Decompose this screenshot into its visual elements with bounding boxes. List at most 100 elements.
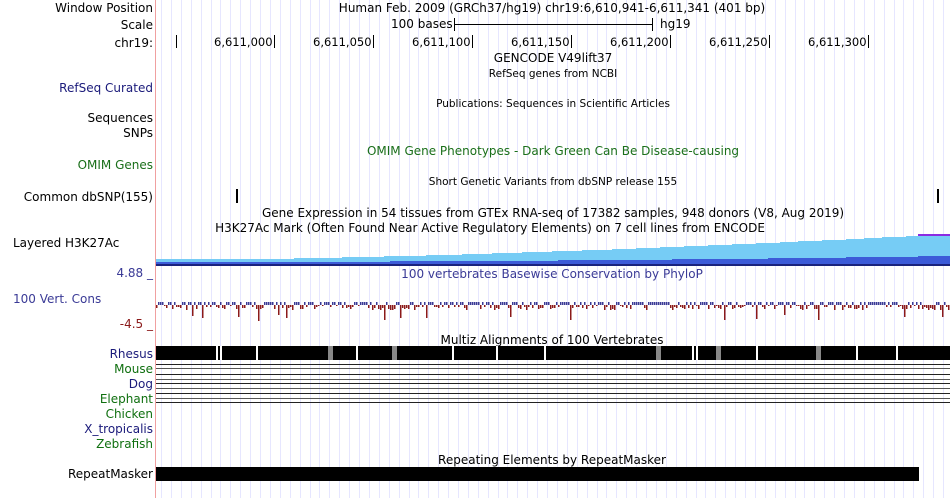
phylop-bar	[556, 302, 558, 305]
phylop-bar	[666, 302, 668, 305]
phylop-bar	[362, 302, 364, 305]
phylop-bar	[716, 305, 718, 306]
phylop-bar	[450, 302, 452, 305]
multiz-partial	[392, 346, 397, 360]
multiz-species-line	[156, 402, 950, 403]
phylop-bar	[634, 302, 636, 305]
phylop-bar	[608, 302, 610, 305]
phylop-bar	[448, 305, 450, 308]
phylop-bar	[682, 305, 684, 308]
phylop-bar	[378, 305, 380, 309]
phylop-bar	[464, 305, 466, 308]
phylop-bar	[846, 302, 848, 305]
phylop-bar	[484, 305, 486, 307]
phylop-bar	[796, 305, 798, 306]
phylop-bar	[408, 305, 410, 309]
phylop-bar	[200, 302, 202, 305]
phylop-bar	[192, 305, 194, 316]
phylop-bar	[164, 305, 166, 306]
phylop-bar	[536, 302, 538, 305]
phylop-bar	[908, 302, 910, 305]
ruler-tick	[769, 35, 770, 48]
phylop-bar	[902, 305, 904, 309]
phylop-bar	[472, 302, 474, 305]
phylop-bar	[544, 302, 546, 305]
species-label-rhesus[interactable]: Rhesus	[110, 347, 155, 361]
multiz-partial	[328, 346, 333, 360]
window-position-label[interactable]: Window Position	[55, 1, 155, 15]
phylop-bar	[318, 305, 320, 306]
dbsnp-variant-marker[interactable]	[236, 189, 238, 203]
phylop-bar	[948, 305, 950, 310]
ruler-start-tick	[176, 35, 177, 48]
h3k27ac-signal-bar	[930, 256, 936, 264]
omim-genes-label[interactable]: OMIM Genes	[78, 158, 155, 172]
phylop-bar	[278, 305, 280, 315]
phylop-bar	[294, 302, 296, 305]
h3k27ac-signal-bar	[624, 260, 630, 264]
phylop-bar	[858, 305, 860, 308]
phylop-bar	[320, 302, 322, 305]
phylop-bar	[624, 302, 626, 305]
h3k27ac-signal-bar	[450, 261, 456, 264]
phylop-bar	[578, 305, 580, 307]
track-label-sidebar: Window Position Scale chr19: RefSeq Cura…	[0, 0, 155, 498]
phylop-bar	[274, 305, 276, 309]
phylop-bar	[932, 305, 934, 309]
phylop-bar	[874, 302, 876, 305]
chrom-label[interactable]: chr19:	[115, 36, 155, 50]
species-label-elephant[interactable]: Elephant	[100, 392, 155, 406]
phylop-bar	[354, 302, 356, 305]
phylop-bar	[814, 305, 816, 309]
species-label-mouse[interactable]: Mouse	[114, 362, 155, 376]
multiz-species-line	[156, 383, 950, 384]
phylop-bar	[190, 302, 192, 305]
phylop-track-label[interactable]: 100 Vert. Cons	[13, 292, 103, 306]
multiz-alignment-blocks[interactable]	[156, 346, 950, 406]
phylop-bar	[538, 305, 540, 309]
species-label-zebrafish[interactable]: Zebrafish	[96, 437, 155, 451]
repeatmasker-label[interactable]: RepeatMasker	[68, 467, 155, 481]
phylop-bar	[776, 305, 778, 306]
sequences-label[interactable]: Sequences	[88, 111, 155, 125]
phylop-bar	[620, 305, 622, 306]
phylop-bar	[460, 302, 462, 305]
phylop-bar	[266, 302, 268, 305]
h3k27ac-signal-bar	[678, 259, 684, 264]
scale-label[interactable]: Scale	[121, 18, 155, 32]
snps-label[interactable]: SNPs	[123, 126, 155, 140]
species-label-chicken[interactable]: Chicken	[106, 407, 155, 421]
species-label-dog[interactable]: Dog	[129, 377, 155, 391]
genome-browser-image[interactable]: Human Feb. 2009 (GRCh37/hg19) chr19:6,61…	[156, 0, 950, 498]
common-dbsnp-label[interactable]: Common dbSNP(155)	[24, 190, 155, 204]
phylop-bar	[186, 305, 188, 310]
repeatmasker-element[interactable]	[156, 467, 919, 481]
h3k27ac-signal-bar	[858, 257, 864, 264]
phylop-bar	[368, 305, 370, 308]
h3k27ac-signal-bar	[846, 257, 852, 264]
phylop-bar	[818, 305, 820, 320]
phylop-bar	[568, 302, 570, 305]
species-label-x-tropicalis[interactable]: X_tropicalis	[84, 422, 155, 436]
h3k27ac-signal-plot[interactable]	[156, 228, 950, 266]
phylop-bar	[560, 302, 562, 305]
phylop-bar	[398, 302, 400, 305]
phylop-bar	[498, 305, 500, 309]
h3k27ac-signal-bar	[684, 259, 690, 264]
multiz-gap	[544, 346, 546, 360]
phylop-bar	[808, 305, 810, 306]
phylop-conservation-plot[interactable]	[156, 282, 950, 332]
phylop-bar	[778, 302, 780, 305]
phylop-bar	[898, 305, 900, 307]
dbsnp-variant-marker[interactable]	[937, 189, 939, 203]
layered-h3k27ac-label[interactable]: Layered H3K27Ac	[13, 236, 121, 250]
phylop-bar	[618, 302, 620, 305]
phylop-bar	[810, 302, 812, 305]
phylop-bar	[586, 305, 588, 309]
h3k27ac-signal-bar	[522, 261, 528, 264]
phylop-bar	[916, 302, 918, 305]
phylop-bar	[156, 305, 158, 308]
refseq-curated-label[interactable]: RefSeq Curated	[59, 81, 155, 95]
phylop-bar	[684, 305, 686, 309]
phylop-bar	[824, 305, 826, 307]
